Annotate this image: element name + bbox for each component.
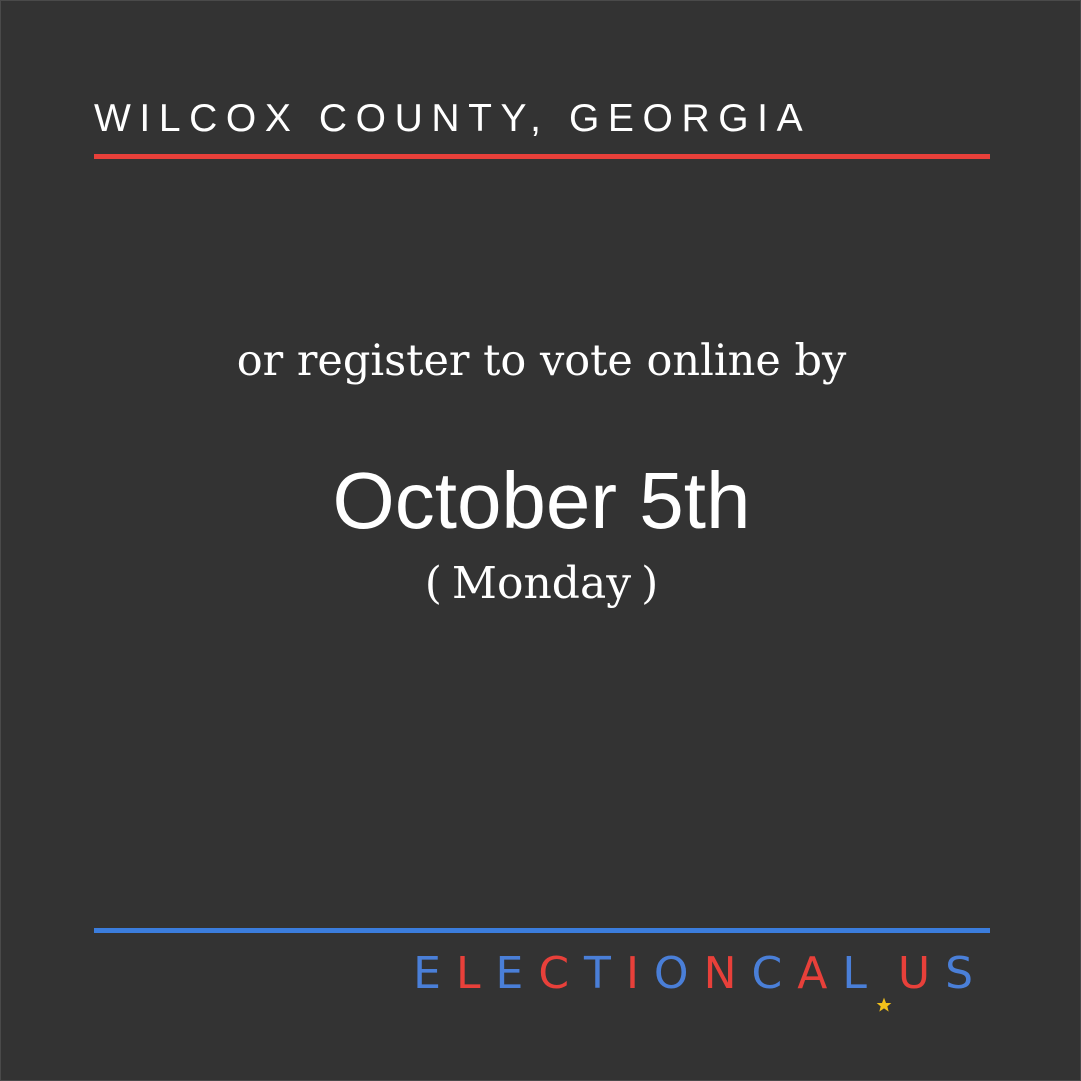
weekday-open-paren: ( <box>424 558 442 609</box>
registration-lead-text: or register to vote online by <box>236 336 847 386</box>
brand-letter: S <box>945 948 988 999</box>
brand-name: ELECTIONCAL <box>413 951 882 997</box>
brand-letter: U <box>897 948 946 999</box>
brand-tld: US <box>898 951 988 997</box>
brand-letter: T <box>584 948 626 999</box>
electioncal-logo: ELECTIONCAL US <box>413 951 988 1012</box>
star-icon <box>876 976 892 1012</box>
brand-letter: E <box>495 948 539 999</box>
deadline-date: October 5th <box>332 456 751 545</box>
deadline-weekday: (Monday) <box>1 557 1081 611</box>
brand-letter: L <box>455 948 496 999</box>
brand-letter: I <box>625 948 654 999</box>
brand-letter: O <box>653 948 704 999</box>
brand-letter: C <box>538 948 585 999</box>
weekday-close-paren: ) <box>641 558 659 609</box>
bottom-divider-blue <box>94 928 990 933</box>
top-divider-red <box>94 154 990 159</box>
county-title: WILCOX COUNTY, GEORGIA <box>94 97 812 140</box>
brand-letter: A <box>797 948 843 999</box>
weekday-label: Monday <box>451 558 632 609</box>
announcement-card: WILCOX COUNTY, GEORGIA or register to vo… <box>0 0 1081 1081</box>
brand-letter: N <box>703 948 752 999</box>
brand-letter: C <box>751 948 798 999</box>
brand-letter: E <box>413 948 456 999</box>
